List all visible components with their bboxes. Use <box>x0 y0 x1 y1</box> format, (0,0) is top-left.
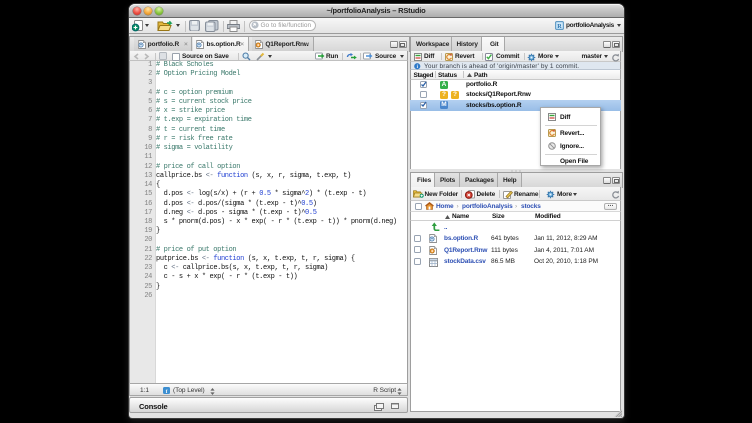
svg-text:f: f <box>166 389 168 394</box>
svg-text:R: R <box>557 24 562 30</box>
